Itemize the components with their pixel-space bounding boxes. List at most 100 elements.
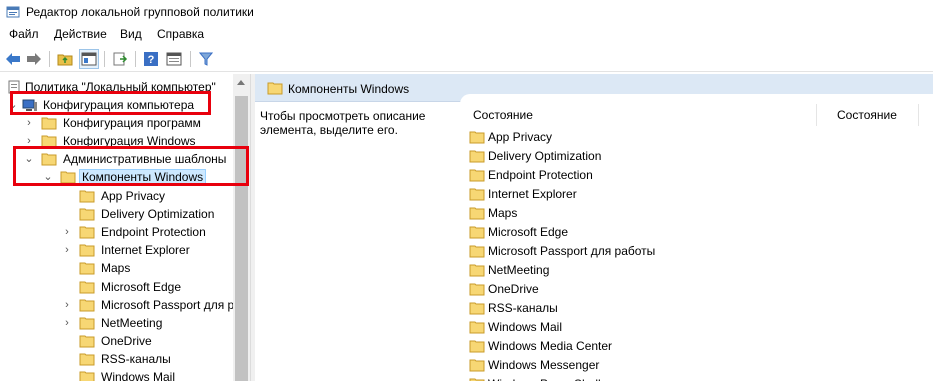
list-item[interactable]: Windows PowerShell <box>469 374 809 381</box>
collapse-chevron-icon[interactable]: ⌄ <box>24 150 34 168</box>
tree-item-label: Windows Mail <box>101 370 176 381</box>
scroll-up-arrow-icon[interactable] <box>237 80 245 85</box>
list-item-label: Windows Messenger <box>488 358 600 372</box>
show-hide-tree-button[interactable] <box>79 49 99 69</box>
folder-icon <box>41 153 57 166</box>
tree-item-component[interactable]: › Endpoint Protection <box>0 223 240 242</box>
folder-icon <box>469 283 485 296</box>
list-item-label: NetMeeting <box>488 263 550 277</box>
expand-chevron-icon[interactable]: › <box>24 114 34 132</box>
tree-scrollbar[interactable] <box>233 74 250 381</box>
properties-button[interactable] <box>164 49 184 69</box>
scrollbar-thumb[interactable] <box>235 96 248 381</box>
settings-list[interactable]: Состояние Состояние App Privacy Delivery … <box>460 94 933 381</box>
column-divider[interactable] <box>918 104 919 126</box>
list-item[interactable]: Endpoint Protection <box>469 165 809 184</box>
tree-item-admin-templates[interactable]: ⌄ Административные шаблоны <box>0 150 240 169</box>
tree-item-label: Microsoft Passport для р <box>101 297 235 312</box>
tree-item-label: Microsoft Edge <box>101 279 182 294</box>
collapse-chevron-icon[interactable]: ⌄ <box>8 96 18 114</box>
up-folder-icon <box>57 54 73 66</box>
column-header-name[interactable]: Состояние <box>473 108 533 122</box>
list-item[interactable]: Maps <box>469 203 809 222</box>
tree-windows-components-label: Компоненты Windows <box>79 169 207 185</box>
expand-chevron-icon[interactable]: › <box>62 314 72 332</box>
folder-open-icon <box>60 171 76 184</box>
list-item[interactable]: Windows Messenger <box>469 355 809 374</box>
filter-button[interactable] <box>196 49 216 69</box>
list-item[interactable]: Microsoft Passport для работы <box>469 241 809 260</box>
tree-item-component[interactable]: App Privacy <box>0 187 240 206</box>
column-header-state[interactable]: Состояние <box>837 108 897 122</box>
list-item[interactable]: OneDrive <box>469 279 809 298</box>
up-level-button[interactable] <box>55 49 75 69</box>
folder-icon <box>469 359 485 372</box>
menu-file[interactable]: Файл <box>9 27 39 41</box>
tree-item-label: Maps <box>101 261 131 276</box>
folder-icon <box>469 169 485 182</box>
description-text: Чтобы просмотреть описание элемента, выд… <box>260 109 426 137</box>
list-item[interactable]: Delivery Optimization <box>469 146 809 165</box>
gpedit-app-icon <box>6 6 20 18</box>
list-item[interactable]: Internet Explorer <box>469 184 809 203</box>
tree-item-computer-config[interactable]: ⌄ Конфигурация компьютера <box>0 96 240 115</box>
tree-item-windows-components[interactable]: ⌄ Компоненты Windows <box>0 168 240 187</box>
folder-icon <box>79 371 95 381</box>
tree-pane[interactable]: Политика "Локальный компьютер" ⌄ Конфигу… <box>0 74 250 381</box>
folder-icon <box>469 340 485 353</box>
title-bar: Редактор локальной групповой политики <box>0 0 933 24</box>
folder-icon <box>469 264 485 277</box>
tree-item-component[interactable]: › Microsoft Passport для р <box>0 296 240 315</box>
list-item[interactable]: Microsoft Edge <box>469 222 809 241</box>
tree-item-component[interactable]: Windows Mail <box>0 368 240 381</box>
menu-action[interactable]: Действие <box>54 27 107 41</box>
export-list-button[interactable] <box>110 49 130 69</box>
toolbar: ? <box>0 46 933 72</box>
tree-item-component[interactable]: RSS-каналы <box>0 350 240 369</box>
menu-help[interactable]: Справка <box>157 27 204 41</box>
collapse-chevron-icon[interactable]: ⌄ <box>43 168 53 186</box>
tree-item-windows-config[interactable]: › Конфигурация Windows <box>0 132 240 151</box>
tree-item-root[interactable]: Политика "Локальный компьютер" <box>0 78 240 97</box>
folder-icon <box>267 82 283 95</box>
description-panel: Чтобы просмотреть описание элемента, выд… <box>255 102 460 381</box>
tree-item-label: OneDrive <box>101 333 152 348</box>
expand-chevron-icon[interactable]: › <box>62 296 72 314</box>
list-item[interactable]: Windows Mail <box>469 317 809 336</box>
list-item[interactable]: RSS-каналы <box>469 298 809 317</box>
list-item-label: Windows Media Center <box>488 339 613 353</box>
tree-item-component[interactable]: OneDrive <box>0 332 240 351</box>
properties-icon <box>166 52 182 66</box>
tree-item-label: RSS-каналы <box>101 351 171 366</box>
help-button[interactable]: ? <box>141 49 161 69</box>
list-column-header: Состояние Состояние <box>460 102 933 126</box>
tree-item-component[interactable]: › NetMeeting <box>0 314 240 333</box>
tree-item-component[interactable]: › Internet Explorer <box>0 241 240 260</box>
list-item[interactable]: Windows Media Center <box>469 336 809 355</box>
folder-icon <box>79 226 95 239</box>
toolbar-separator <box>190 51 191 67</box>
computer-icon <box>22 99 37 111</box>
back-button[interactable] <box>3 49 23 69</box>
list-item-label: RSS-каналы <box>488 301 558 315</box>
forward-button[interactable] <box>24 49 44 69</box>
expand-chevron-icon[interactable]: › <box>24 132 34 150</box>
list-item[interactable]: NetMeeting <box>469 260 809 279</box>
expand-chevron-icon[interactable]: › <box>62 241 72 259</box>
folder-icon <box>41 117 57 130</box>
back-arrow-icon <box>6 53 20 65</box>
folder-icon <box>79 281 95 293</box>
tree-item-component[interactable]: Delivery Optimization <box>0 205 240 224</box>
details-header-title: Компоненты Windows <box>288 82 410 96</box>
tree-item-label: Internet Explorer <box>101 243 190 258</box>
folder-icon <box>79 190 95 203</box>
menu-view[interactable]: Вид <box>120 27 142 41</box>
tree-item-component[interactable]: Maps <box>0 259 240 278</box>
tree-item-software-config[interactable]: › Конфигурация программ <box>0 114 240 133</box>
column-divider[interactable] <box>816 104 817 126</box>
expand-chevron-icon[interactable]: › <box>62 223 72 241</box>
forward-arrow-icon <box>27 53 41 65</box>
tree-item-component[interactable]: Microsoft Edge <box>0 278 240 297</box>
list-item[interactable]: App Privacy <box>469 127 809 146</box>
list-item-label: Maps <box>488 206 518 220</box>
